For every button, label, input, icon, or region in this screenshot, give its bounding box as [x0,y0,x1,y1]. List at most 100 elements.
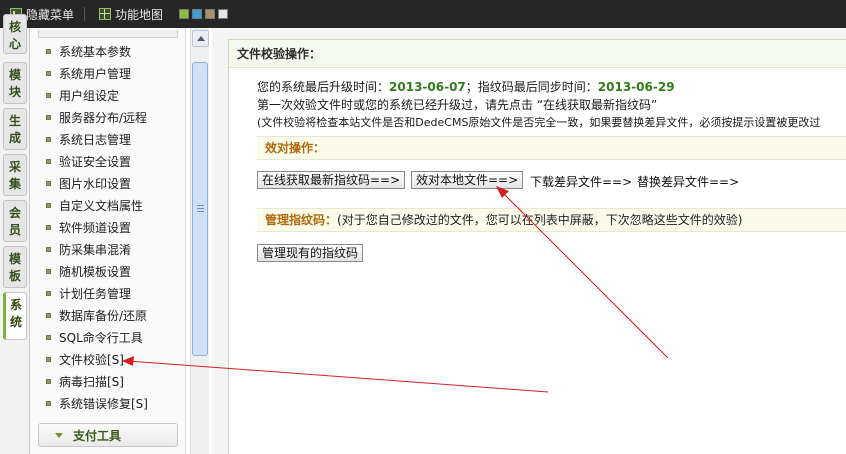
tab-templates[interactable]: 模板 [3,246,27,288]
sidebar-item-label: 软件频道设置 [59,220,132,235]
grip-icon [197,205,204,212]
bullet-icon [46,70,51,76]
tab-generate-label: 生成 [8,114,21,145]
bullet-icon [46,312,51,318]
bullet-icon [46,158,51,164]
bullet-icon [46,378,51,384]
sidebar-item-label: 验证安全设置 [59,154,132,169]
sync-date: 2013-06-29 [597,80,675,94]
page-title: 文件校验操作： [229,40,846,68]
sidebar-item-anti-scrape[interactable]: 防采集串混淆 [46,239,131,259]
sidebar-item-user-groups[interactable]: 用户组设定 [46,85,119,105]
sidebar-item-system-log[interactable]: 系统日志管理 [46,129,131,149]
tab-collect[interactable]: 采集 [3,154,27,196]
sidebar-item-security[interactable]: 验证安全设置 [46,151,131,171]
manage-section-header: 管理指纹码：(对于您自己修改过的文件，您可以在列表中屏蔽，下次忽略这些文件的效验… [257,208,846,232]
sidebar-item-label: 文件校验[S] [59,352,124,367]
sidebar-item-label: SQL命令行工具 [59,330,143,345]
sidebar-item-label: 数据库备份/还原 [59,308,148,323]
bullet-icon [46,356,51,362]
sidebar-menu: 系统基本参数 系统用户管理 用户组设定 服务器分布/远程 系统日志管理 验证安全… [30,28,186,454]
tab-system[interactable]: 系统 [3,292,27,340]
sidebar-section-label: 支付工具 [73,428,122,443]
theme-swatch-blue[interactable] [192,9,203,19]
upgrade-time-label: 您的系统最后升级时间： [257,80,390,94]
tab-core[interactable]: 核心 [3,14,27,54]
module-tab-column: 核心 模块 生成 采集 会员 模板 系统 [0,14,30,454]
bullet-icon [46,92,51,98]
theme-swatch-green[interactable] [179,9,190,19]
sidebar-item-label: 自定义文档属性 [59,198,144,213]
first-time-hint: 第一次效验文件时或您的系统已经升级过，请先点击 “在线获取最新指纹码” [257,98,658,112]
top-toolbar: 隐藏菜单 功能地图 [0,0,846,28]
sidebar-scrollbar[interactable] [190,28,209,454]
bullet-icon [46,180,51,186]
theme-swatch-gray[interactable] [218,9,229,19]
bullet-icon [46,136,51,142]
site-map-label: 功能地图 [115,7,164,22]
bullet-icon [46,202,51,208]
sidebar-item-label: 病毒扫描[S] [59,374,124,389]
sidebar-item-user-admin[interactable]: 系统用户管理 [46,63,131,83]
replace-diff-link[interactable]: 替换差异文件==> [637,173,739,190]
sidebar-item-label: 防采集串混淆 [59,242,132,257]
theme-swatch-brown[interactable] [205,9,216,19]
verify-section-header: 效对操作： [257,136,846,160]
sidebar-item-servers[interactable]: 服务器分布/远程 [46,107,147,127]
sidebar-item-label: 服务器分布/远程 [59,110,148,125]
sidebar-item-label: 系统日志管理 [59,132,132,147]
bullet-icon [46,400,51,406]
sidebar-item-label: 计划任务管理 [59,286,132,301]
scroll-up-arrow-icon[interactable] [192,30,209,47]
sidebar-header-edge [38,30,178,38]
file-check-panel: 文件校验操作： 您的系统最后升级时间：2013-06-07；指纹码最后同步时间：… [228,39,846,454]
bullet-icon [46,114,51,120]
fetch-fingerprint-button[interactable]: 在线获取最新指纹码==> [257,171,406,189]
check-description: (文件校验将检查本站文件是否和DedeCMS原始文件是否完全一致，如果要替换差异… [257,116,821,129]
site-map-button[interactable]: 功能地图 [89,0,169,28]
sidebar-item-file-check[interactable]: 文件校验[S] [46,349,124,369]
theme-swatches [179,9,231,19]
sidebar-item-label: 系统用户管理 [59,66,132,81]
scroll-thumb[interactable] [192,62,208,356]
tab-members-label: 会员 [8,206,21,237]
manage-heading: 管理指纹码： [265,213,338,227]
sidebar-item-db-backup[interactable]: 数据库备份/还原 [46,305,147,325]
bullet-icon [46,268,51,274]
tab-collect-label: 采集 [8,160,21,191]
tab-templates-label: 模板 [8,252,21,283]
sidebar-item-scheduled-tasks[interactable]: 计划任务管理 [46,283,131,303]
tab-modules-label: 模块 [8,68,21,99]
upgrade-date: 2013-06-07 [389,80,466,94]
download-diff-link[interactable]: 下载差异文件==> [530,173,632,190]
manage-description: (对于您自己修改过的文件，您可以在列表中屏蔽，下次忽略这些文件的效验) [337,213,743,227]
main-content: 文件校验操作： 您的系统最后升级时间：2013-06-07；指纹码最后同步时间：… [212,28,846,454]
sidebar-item-label: 随机模板设置 [59,264,132,279]
sync-time-label: ；指纹码最后同步时间： [465,80,598,94]
sidebar-item-virus-scan[interactable]: 病毒扫描[S] [46,371,124,391]
tab-system-label: 系统 [9,298,22,329]
tab-core-label: 核心 [8,20,21,51]
bullet-icon [46,224,51,230]
tab-generate[interactable]: 生成 [3,108,27,150]
sidebar-item-label: 用户组设定 [59,88,120,103]
verify-local-files-button[interactable]: 效对本地文件==> [411,171,524,189]
sidebar-item-doc-attributes[interactable]: 自定义文档属性 [46,195,143,215]
sidebar-item-software-channel[interactable]: 软件频道设置 [46,217,131,237]
sidebar-section-payment-tools[interactable]: 支付工具 [38,423,178,447]
bullet-icon [46,334,51,340]
tab-modules[interactable]: 模块 [3,62,27,104]
sidebar-item-label: 系统基本参数 [59,44,132,59]
sidebar-item-error-repair[interactable]: 系统错误修复[S] [46,393,148,413]
tab-members[interactable]: 会员 [3,200,27,242]
chevron-down-icon [55,432,63,438]
sidebar-item-label: 系统错误修复[S] [59,396,148,411]
bullet-icon [46,246,51,252]
bullet-icon [46,290,51,296]
sidebar-item-random-template[interactable]: 随机模板设置 [46,261,131,281]
sidebar-item-watermark[interactable]: 图片水印设置 [46,173,131,193]
manage-fingerprint-button[interactable]: 管理现有的指纹码 [257,244,364,262]
sidebar-item-basic-params[interactable]: 系统基本参数 [46,41,131,61]
sidebar-item-sql-tool[interactable]: SQL命令行工具 [46,327,143,347]
grid-icon [99,8,112,20]
